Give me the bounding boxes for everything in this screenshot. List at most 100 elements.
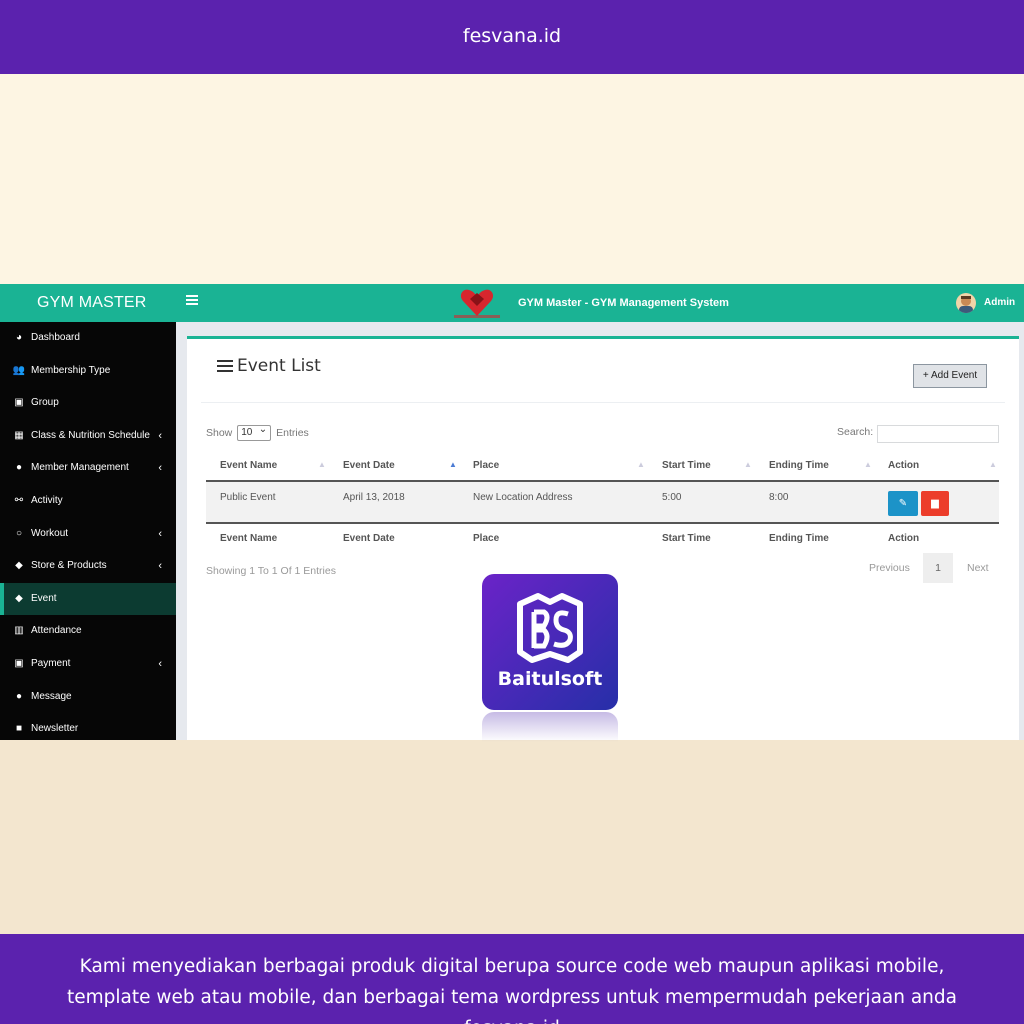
sidebar-item-label: Attendance <box>31 625 82 637</box>
search-input[interactable] <box>877 425 999 443</box>
avatar[interactable] <box>956 293 976 313</box>
cell-ending-time: 8:00 <box>769 492 789 503</box>
chevron-left-icon: ‹ <box>158 657 162 670</box>
background-band-bottom <box>0 740 1024 934</box>
footer-place: Place <box>473 533 500 544</box>
bicycle-icon: ⚯ <box>14 494 24 506</box>
bottom-banner: Kami menyediakan berbagai produk digital… <box>0 934 1024 1024</box>
calendar-icon: ▦ <box>14 429 24 441</box>
showing-entries-text: Showing 1 To 1 Of 1 Entries <box>206 565 336 577</box>
sort-icon[interactable]: ▲ <box>989 451 997 478</box>
sort-icon[interactable]: ▲ <box>744 451 752 478</box>
current-page-button[interactable]: 1 <box>923 553 953 583</box>
sidebar-item-label: Payment <box>31 657 71 669</box>
add-event-button[interactable]: + Add Event <box>913 364 987 388</box>
sidebar-item-payment[interactable]: ▣ Payment ‹ <box>0 648 176 681</box>
sidebar-item-activity[interactable]: ⚯ Activity <box>0 485 176 518</box>
page-title: Event List <box>217 356 321 376</box>
footer-action: Action <box>888 533 920 544</box>
sidebar-item-group[interactable]: ▣ Group <box>0 387 176 420</box>
sidebar-item-label: Activity <box>31 494 63 506</box>
delete-button[interactable]: ▆ <box>921 491 949 516</box>
sidebar-item-workout[interactable]: ○ Workout ‹ <box>0 518 176 551</box>
page-title-text: Event List <box>237 356 321 376</box>
sidebar-item-label: Newsletter <box>31 723 79 735</box>
logo-reflection <box>482 712 618 742</box>
list-icon <box>217 357 233 375</box>
watermark-text: Baitulsoft <box>497 668 603 690</box>
tag-icon: ◆ <box>15 592 23 604</box>
sidebar-item-label: Group <box>31 397 59 409</box>
sidebar-item-message[interactable]: ● Message <box>0 681 176 714</box>
edit-button[interactable]: ✎ <box>888 491 918 516</box>
sidebar-item-label: Dashboard <box>31 332 80 343</box>
previous-page-button[interactable]: Previous <box>869 553 910 583</box>
sidebar-item-member-management[interactable]: ● Member Management ‹ <box>0 452 176 485</box>
footer-event-name: Event Name <box>220 533 278 544</box>
entries-select[interactable]: 10 <box>237 423 272 441</box>
column-header-ending-time[interactable]: Ending Time <box>769 451 829 480</box>
table-header: Event Name ▲ Event Date ▲ Place ▲ Start … <box>206 451 999 482</box>
chevron-left-icon: ‹ <box>158 429 162 442</box>
next-page-button[interactable]: Next <box>967 553 989 583</box>
trash-icon: ▆ <box>931 498 939 509</box>
barcode-icon: ▥ <box>14 625 24 637</box>
sort-icon[interactable]: ▲ <box>637 451 645 478</box>
money-icon: ▣ <box>14 657 24 669</box>
sidebar-item-event[interactable]: ◆ Event <box>0 582 176 616</box>
gym-logo-icon <box>454 289 500 318</box>
sidebar-item-label: Message <box>31 690 72 702</box>
footer-start-time: Start Time <box>662 533 711 544</box>
entries-label: Entries <box>276 426 309 439</box>
entries-control: Show 10 Entries <box>206 423 309 441</box>
tags-icon: ◆ <box>15 560 23 572</box>
cell-event-date: April 13, 2018 <box>343 492 405 503</box>
sidebar-item-membership-type[interactable]: 👥 Membership Type <box>0 355 176 388</box>
comment-icon: ● <box>15 690 23 702</box>
event-table: Event Name ▲ Event Date ▲ Place ▲ Start … <box>206 451 999 554</box>
search-label: Search: <box>837 426 874 438</box>
footer-event-date: Event Date <box>343 533 395 544</box>
group-icon: ▣ <box>14 397 24 409</box>
sidebar-item-label: Member Management <box>31 462 129 474</box>
column-header-place[interactable]: Place <box>473 451 499 480</box>
sort-asc-icon[interactable]: ▲ <box>449 451 457 478</box>
sidebar-item-class-nutrition-schedule[interactable]: ▦ Class & Nutrition Schedule ‹ <box>0 420 176 453</box>
sidebar-toggle-icon[interactable] <box>186 295 198 309</box>
column-header-start-time[interactable]: Start Time <box>662 451 711 480</box>
sidebar-item-label: Class & Nutrition Schedule <box>31 429 150 441</box>
cell-place: New Location Address <box>473 492 573 503</box>
top-banner: fesvana.id <box>0 0 1024 74</box>
banner-site-name: fesvana.id <box>462 25 562 47</box>
show-label: Show <box>206 426 233 439</box>
divider <box>201 402 1005 403</box>
system-title: GYM Master - GYM Management System <box>518 297 729 309</box>
sidebar-item-label: Store & Products <box>31 560 107 572</box>
banner-line-2: template web atau mobile, dan berbagai t… <box>66 987 957 1008</box>
sidebar-item-label: Membership Type <box>31 364 111 376</box>
chevron-left-icon: ‹ <box>158 560 162 573</box>
footer-ending-time: Ending Time <box>769 533 829 544</box>
baitulsoft-logo: Baitulsoft <box>482 574 618 710</box>
newsletter-icon: ■ <box>15 723 23 735</box>
sidebar-item-newsletter[interactable]: ■ Newsletter <box>0 713 176 740</box>
sidebar-item-store-products[interactable]: ◆ Store & Products ‹ <box>0 550 176 583</box>
sort-icon[interactable]: ▲ <box>318 451 326 478</box>
column-header-event-name[interactable]: Event Name <box>220 451 277 480</box>
dashboard-icon: ◕ <box>15 332 23 343</box>
sidebar-item-label: Workout <box>31 527 69 539</box>
column-header-action: Action <box>888 460 920 471</box>
circle-icon: ○ <box>15 527 23 539</box>
edit-icon: ✎ <box>898 498 908 509</box>
sidebar-item-attendance[interactable]: ▥ Attendance <box>0 615 176 648</box>
banner-line-1: Kami menyediakan berbagai produk digital… <box>79 956 945 977</box>
sort-icon[interactable]: ▲ <box>864 451 872 478</box>
chevron-left-icon: ‹ <box>158 462 162 475</box>
app-brand[interactable]: GYM MASTER <box>0 284 176 322</box>
background-band-top <box>0 74 1024 284</box>
sidebar-item-dashboard[interactable]: ◕ Dashboard <box>0 322 176 355</box>
chevron-left-icon: ‹ <box>158 527 162 540</box>
column-header-event-date[interactable]: Event Date <box>343 451 395 480</box>
cell-event-name: Public Event <box>220 492 276 503</box>
users-icon: 👥 <box>12 364 26 376</box>
